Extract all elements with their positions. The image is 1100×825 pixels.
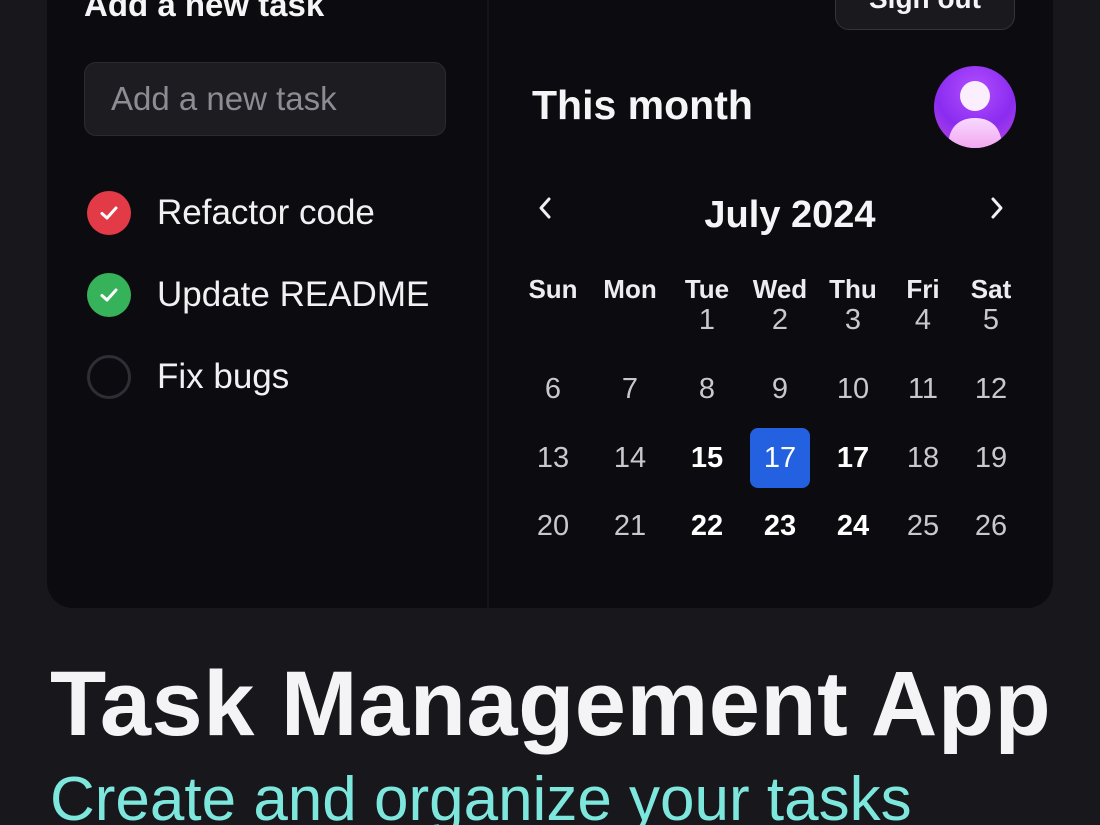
calendar-day[interactable]: 10: [823, 359, 883, 419]
check-circle-icon[interactable]: [87, 273, 131, 317]
user-icon: [948, 81, 1002, 148]
calendar-day[interactable]: 8: [677, 359, 737, 419]
task-item-refactor-code[interactable]: Refactor code: [84, 188, 464, 238]
calendar-day[interactable]: 23: [750, 496, 810, 556]
calendar-day[interactable]: 2: [750, 290, 810, 350]
checkmark-icon: [100, 206, 118, 220]
calendar-month-label: July 2024: [704, 194, 876, 236]
calendar-day[interactable]: 9: [750, 359, 810, 419]
app-screen: Add a new task Refactor code Update READ…: [0, 0, 1100, 825]
calendar-day[interactable]: 7: [600, 359, 660, 419]
weekday-label: Mon: [603, 274, 657, 304]
calendar-section-title: This month: [532, 82, 753, 128]
new-task-input[interactable]: [84, 62, 446, 136]
calendar-day[interactable]: 12: [961, 359, 1021, 419]
calendar-day[interactable]: 24: [823, 496, 883, 556]
calendar-day[interactable]: 25: [893, 496, 953, 556]
calendar-day[interactable]: 13: [523, 428, 583, 488]
calendar-day[interactable]: 22: [677, 496, 737, 556]
calendar-day[interactable]: 1: [677, 290, 737, 350]
task-label: Fix bugs: [157, 357, 290, 396]
next-month-button[interactable]: [977, 188, 1017, 228]
calendar-day[interactable]: 4: [893, 290, 953, 350]
calendar-day[interactable]: 26: [961, 496, 1021, 556]
tasks-panel-title: Add a new task: [84, 0, 325, 23]
task-label: Refactor code: [157, 193, 375, 232]
empty-circle-icon[interactable]: [87, 355, 131, 399]
task-item-update-readme[interactable]: Update README: [84, 270, 464, 320]
calendar-day[interactable]: 21: [600, 496, 660, 556]
hero-title: Task Management App: [50, 653, 1052, 755]
sign-out-button[interactable]: Sign out: [835, 0, 1015, 30]
calendar-day[interactable]: 14: [600, 428, 660, 488]
task-item-fix-bugs[interactable]: Fix bugs: [84, 352, 464, 402]
prev-month-button[interactable]: [525, 188, 565, 228]
weekday-label: Sun: [528, 274, 578, 304]
calendar-day[interactable]: 3: [823, 290, 883, 350]
calendar-day[interactable]: 17: [823, 428, 883, 488]
calendar-day[interactable]: 5: [961, 290, 1021, 350]
calendar-day[interactable]: 11: [893, 359, 953, 419]
checkmark-icon: [100, 288, 118, 302]
calendar-day[interactable]: 6: [523, 359, 583, 419]
check-circle-icon[interactable]: [87, 191, 131, 235]
panel-divider: [487, 0, 489, 608]
calendar-day[interactable]: 18: [893, 428, 953, 488]
calendar-day-selected[interactable]: 17: [750, 428, 810, 488]
app-card: Add a new task Refactor code Update READ…: [47, 0, 1053, 608]
calendar-day[interactable]: 15: [677, 428, 737, 488]
chevron-right-icon: [991, 197, 1003, 219]
chevron-left-icon: [539, 197, 551, 219]
avatar[interactable]: [934, 66, 1016, 148]
calendar-day[interactable]: 20: [523, 496, 583, 556]
task-label: Update README: [157, 275, 430, 314]
calendar-day[interactable]: 19: [961, 428, 1021, 488]
hero-subtitle: Create and organize your tasks: [50, 765, 912, 825]
